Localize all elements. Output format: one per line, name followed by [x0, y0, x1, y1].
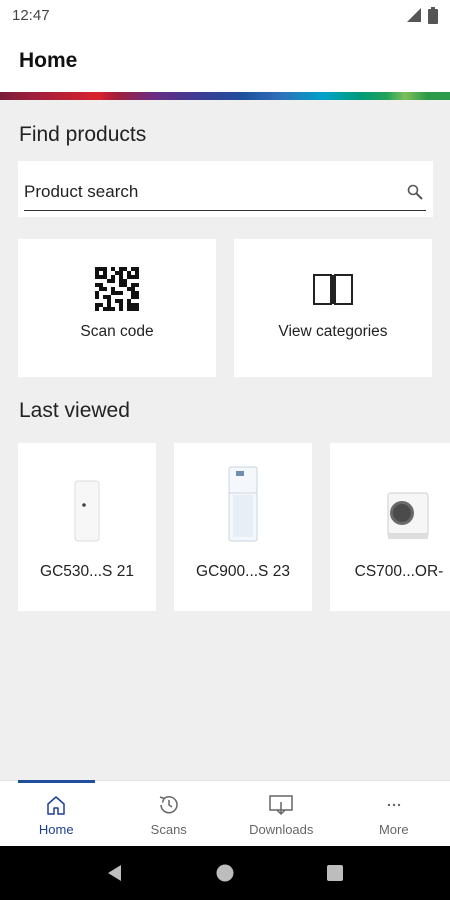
brand-stripe [0, 92, 450, 100]
product-card[interactable]: GC530...S 21 [18, 443, 156, 611]
product-name: CS700...OR- [354, 563, 444, 580]
active-tab-indicator [18, 780, 95, 783]
last-viewed-carousel[interactable]: GC530...S 21 GC900...S 23 CS700...OR- [0, 443, 450, 611]
app-bar: Home [0, 30, 450, 92]
nav-item-more[interactable]: More [338, 781, 450, 846]
product-card[interactable]: GC900...S 23 [174, 443, 312, 611]
product-name: GC530...S 21 [40, 563, 134, 580]
nav-item-downloads[interactable]: Downloads [225, 781, 338, 846]
home-content[interactable]: Find products Product search Scan code V… [0, 100, 450, 780]
nav-item-home[interactable]: Home [0, 780, 113, 846]
download-icon [268, 793, 294, 817]
product-image [366, 459, 432, 543]
search-icon[interactable] [404, 181, 426, 203]
nav-item-scans[interactable]: Scans [113, 781, 226, 846]
product-image [72, 459, 102, 543]
home-button-icon[interactable] [215, 863, 235, 883]
nav-label: Downloads [249, 822, 314, 837]
product-search-input[interactable]: Product search [24, 173, 426, 211]
system-navigation-bar [0, 846, 450, 900]
nav-label: More [378, 822, 409, 837]
status-icons [406, 6, 438, 24]
search-card: Product search [18, 161, 433, 217]
signal-icon [407, 8, 421, 22]
product-image [225, 459, 261, 543]
status-time: 12:47 [12, 6, 50, 24]
history-icon [157, 793, 181, 817]
back-icon[interactable] [105, 863, 125, 883]
bottom-navigation: Home Scans Downloads More [0, 780, 450, 846]
more-icon [384, 793, 404, 817]
nav-label: Home [38, 822, 74, 837]
scan-code-label: Scan code [80, 323, 154, 340]
recents-icon[interactable] [325, 863, 345, 883]
nav-label: Scans [150, 822, 187, 837]
product-name: GC900...S 23 [196, 563, 290, 580]
battery-icon [428, 6, 438, 24]
last-viewed-heading: Last viewed [19, 399, 130, 422]
find-products-heading: Find products [19, 123, 147, 146]
open-book-icon [312, 265, 354, 313]
view-categories-label: View categories [278, 323, 388, 340]
page-title: Home [19, 49, 78, 72]
home-icon [45, 793, 67, 817]
product-card[interactable]: CS700...OR- [330, 443, 450, 611]
qr-code-icon [95, 265, 139, 313]
search-placeholder: Product search [24, 181, 139, 201]
status-bar: 12:47 [0, 0, 450, 30]
view-categories-tile[interactable]: View categories [234, 239, 432, 377]
scan-code-tile[interactable]: Scan code [18, 239, 216, 377]
